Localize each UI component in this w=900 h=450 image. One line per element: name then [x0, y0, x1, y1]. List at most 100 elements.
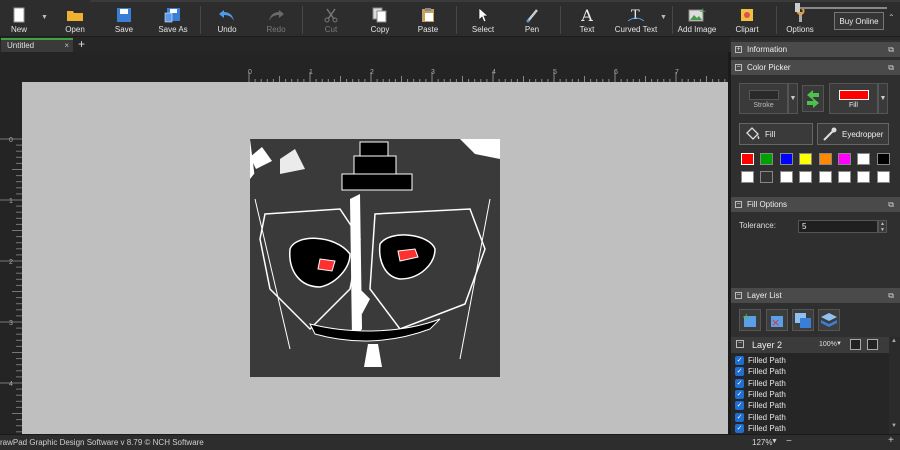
layer-item[interactable]: ✓ Filled Path [735, 412, 786, 423]
color-swatch[interactable] [838, 171, 851, 183]
select-tool-button[interactable]: Select [472, 6, 494, 36]
text-tool-button[interactable]: A Text [576, 6, 598, 36]
checkbox-checked-icon[interactable]: ✓ [735, 423, 744, 433]
expand-plus-icon[interactable]: + [735, 46, 742, 53]
text-a-icon: A [581, 5, 593, 25]
checkbox-checked-icon[interactable]: ✓ [735, 378, 744, 388]
curved-text-tool-button[interactable]: T Curved Text [614, 6, 658, 36]
color-swatch[interactable] [857, 153, 871, 165]
color-swatch[interactable] [741, 153, 754, 165]
svg-text:+: + [742, 312, 750, 323]
fill-options-panel-header[interactable]: − Fill Options ⧉ [731, 197, 900, 212]
swap-colors-button[interactable] [802, 85, 824, 112]
curved-text-dropdown-arrow[interactable]: ▼ [660, 14, 668, 22]
layer-item-label: Filled Path [748, 389, 786, 399]
dock-panel-icon[interactable]: ⧉ [888, 60, 894, 75]
copy-button[interactable]: Copy [369, 6, 391, 36]
zoom-dropdown-icon[interactable]: ▼ [771, 438, 778, 445]
collapse-minus-icon[interactable]: − [735, 64, 742, 71]
scroll-down-icon[interactable]: ▼ [891, 423, 897, 429]
cut-button[interactable]: Cut [320, 6, 342, 36]
color-swatch[interactable] [857, 171, 871, 183]
duplicate-layer-button[interactable] [792, 309, 814, 331]
fill-dropdown-arrow[interactable]: ▼ [878, 83, 888, 114]
layer-item[interactable]: ✓ Filled Path [735, 423, 786, 434]
drawing-canvas[interactable] [250, 139, 500, 377]
add-image-button[interactable]: + Add Image [678, 6, 717, 36]
layer-order-button[interactable] [818, 309, 840, 331]
color-swatch[interactable] [799, 171, 813, 183]
color-swatch[interactable] [779, 171, 793, 183]
ribbon-minimize-icon[interactable]: ⌃ [888, 13, 895, 22]
color-swatch[interactable] [799, 153, 813, 165]
opacity-dropdown-icon[interactable]: ▼ [836, 341, 842, 347]
dock-panel-icon[interactable]: ⧉ [888, 42, 894, 57]
layer-list-scrollbar[interactable]: ▲ ▼ [889, 337, 900, 434]
cat-face-drawing [250, 139, 500, 377]
new-dropdown-arrow[interactable]: ▼ [41, 14, 49, 22]
dock-panel-icon[interactable]: ⧉ [888, 197, 894, 212]
close-tab-icon[interactable]: × [64, 40, 69, 51]
scroll-up-icon[interactable]: ▲ [891, 338, 897, 344]
layer-item[interactable]: ✓ Filled Path [735, 366, 786, 377]
zoom-level[interactable]: 127% [752, 438, 772, 447]
color-swatch[interactable] [779, 153, 793, 165]
layer-item[interactable]: ✓ Filled Path [735, 400, 786, 411]
color-swatch[interactable] [876, 153, 890, 165]
color-swatch[interactable] [741, 171, 754, 183]
collapse-minus-icon[interactable]: − [735, 201, 742, 208]
layer-item[interactable]: ✓ Filled Path [735, 389, 786, 400]
collapse-minus-icon[interactable]: − [735, 292, 742, 299]
zoom-in-icon[interactable]: + [888, 435, 894, 446]
checkbox-checked-icon[interactable]: ✓ [735, 412, 744, 422]
tolerance-input[interactable]: 5 [798, 220, 878, 233]
fill-color-button[interactable]: Fill [829, 83, 878, 114]
zoom-out-icon[interactable]: − [786, 436, 792, 447]
pen-tool-button[interactable]: Pen [521, 6, 543, 36]
checkbox-checked-icon[interactable]: ✓ [735, 389, 744, 399]
new-tab-button[interactable]: + [78, 37, 85, 51]
color-swatch[interactable] [760, 171, 774, 183]
information-panel-header[interactable]: + Information ⧉ [731, 42, 900, 57]
save-button[interactable]: Save [113, 6, 135, 36]
dock-panel-icon[interactable]: ⧉ [888, 288, 894, 303]
options-button[interactable]: Options [786, 6, 814, 36]
collapse-layer-icon[interactable]: − [736, 340, 744, 348]
layer-opacity-value[interactable]: 100% [819, 341, 837, 348]
open-button[interactable]: Open [62, 6, 88, 36]
stroke-color-button[interactable]: Stroke [739, 83, 788, 114]
color-swatch[interactable] [760, 153, 774, 165]
new-button[interactable]: New [8, 6, 30, 36]
layer-visibility-eye-icon[interactable] [850, 339, 861, 350]
tolerance-spinner[interactable]: ▲ ▼ [878, 220, 887, 233]
zoom-slider-thumb[interactable] [795, 3, 800, 12]
checkbox-checked-icon[interactable]: ✓ [735, 356, 744, 365]
checkbox-checked-icon[interactable]: ✓ [735, 401, 744, 411]
checkbox-checked-icon[interactable]: ✓ [735, 367, 744, 377]
color-swatch[interactable] [818, 171, 832, 183]
layer-item[interactable]: ✓ Filled Path [735, 378, 786, 389]
save-as-button[interactable]: Save As [158, 6, 188, 36]
fill-tool-button[interactable]: Fill [739, 123, 813, 145]
color-swatch[interactable] [818, 153, 832, 165]
layer-item[interactable]: ✓ Filled Path [735, 355, 786, 366]
eyedropper-tool-button[interactable]: Eyedropper [817, 123, 889, 145]
status-text: rawPad Graphic Design Software v 8.79 © … [0, 438, 204, 447]
delete-layer-button[interactable]: × [766, 309, 788, 331]
layer-lock-icon[interactable] [867, 339, 878, 350]
layer-list-panel-header[interactable]: − Layer List ⧉ [731, 288, 900, 303]
layer-row-layer-2[interactable]: − Layer 2 100% ▼ [731, 337, 889, 353]
redo-button[interactable]: Redo [265, 6, 287, 36]
undo-button[interactable]: Undo [216, 6, 238, 36]
paste-button[interactable]: Paste [417, 6, 439, 36]
layer-item-label: Filled Path [748, 412, 786, 422]
color-picker-panel-header[interactable]: − Color Picker ⧉ [731, 60, 900, 75]
color-swatch[interactable] [876, 171, 890, 183]
color-swatch[interactable] [838, 153, 851, 165]
buy-online-button[interactable]: Buy Online [834, 12, 884, 30]
zoom-slider[interactable] [799, 7, 887, 9]
clipart-button[interactable]: Clipart [734, 6, 760, 36]
tab-untitled[interactable]: Untitled × [1, 38, 73, 52]
add-layer-button[interactable]: + [739, 309, 761, 331]
stroke-dropdown-arrow[interactable]: ▼ [788, 83, 798, 114]
